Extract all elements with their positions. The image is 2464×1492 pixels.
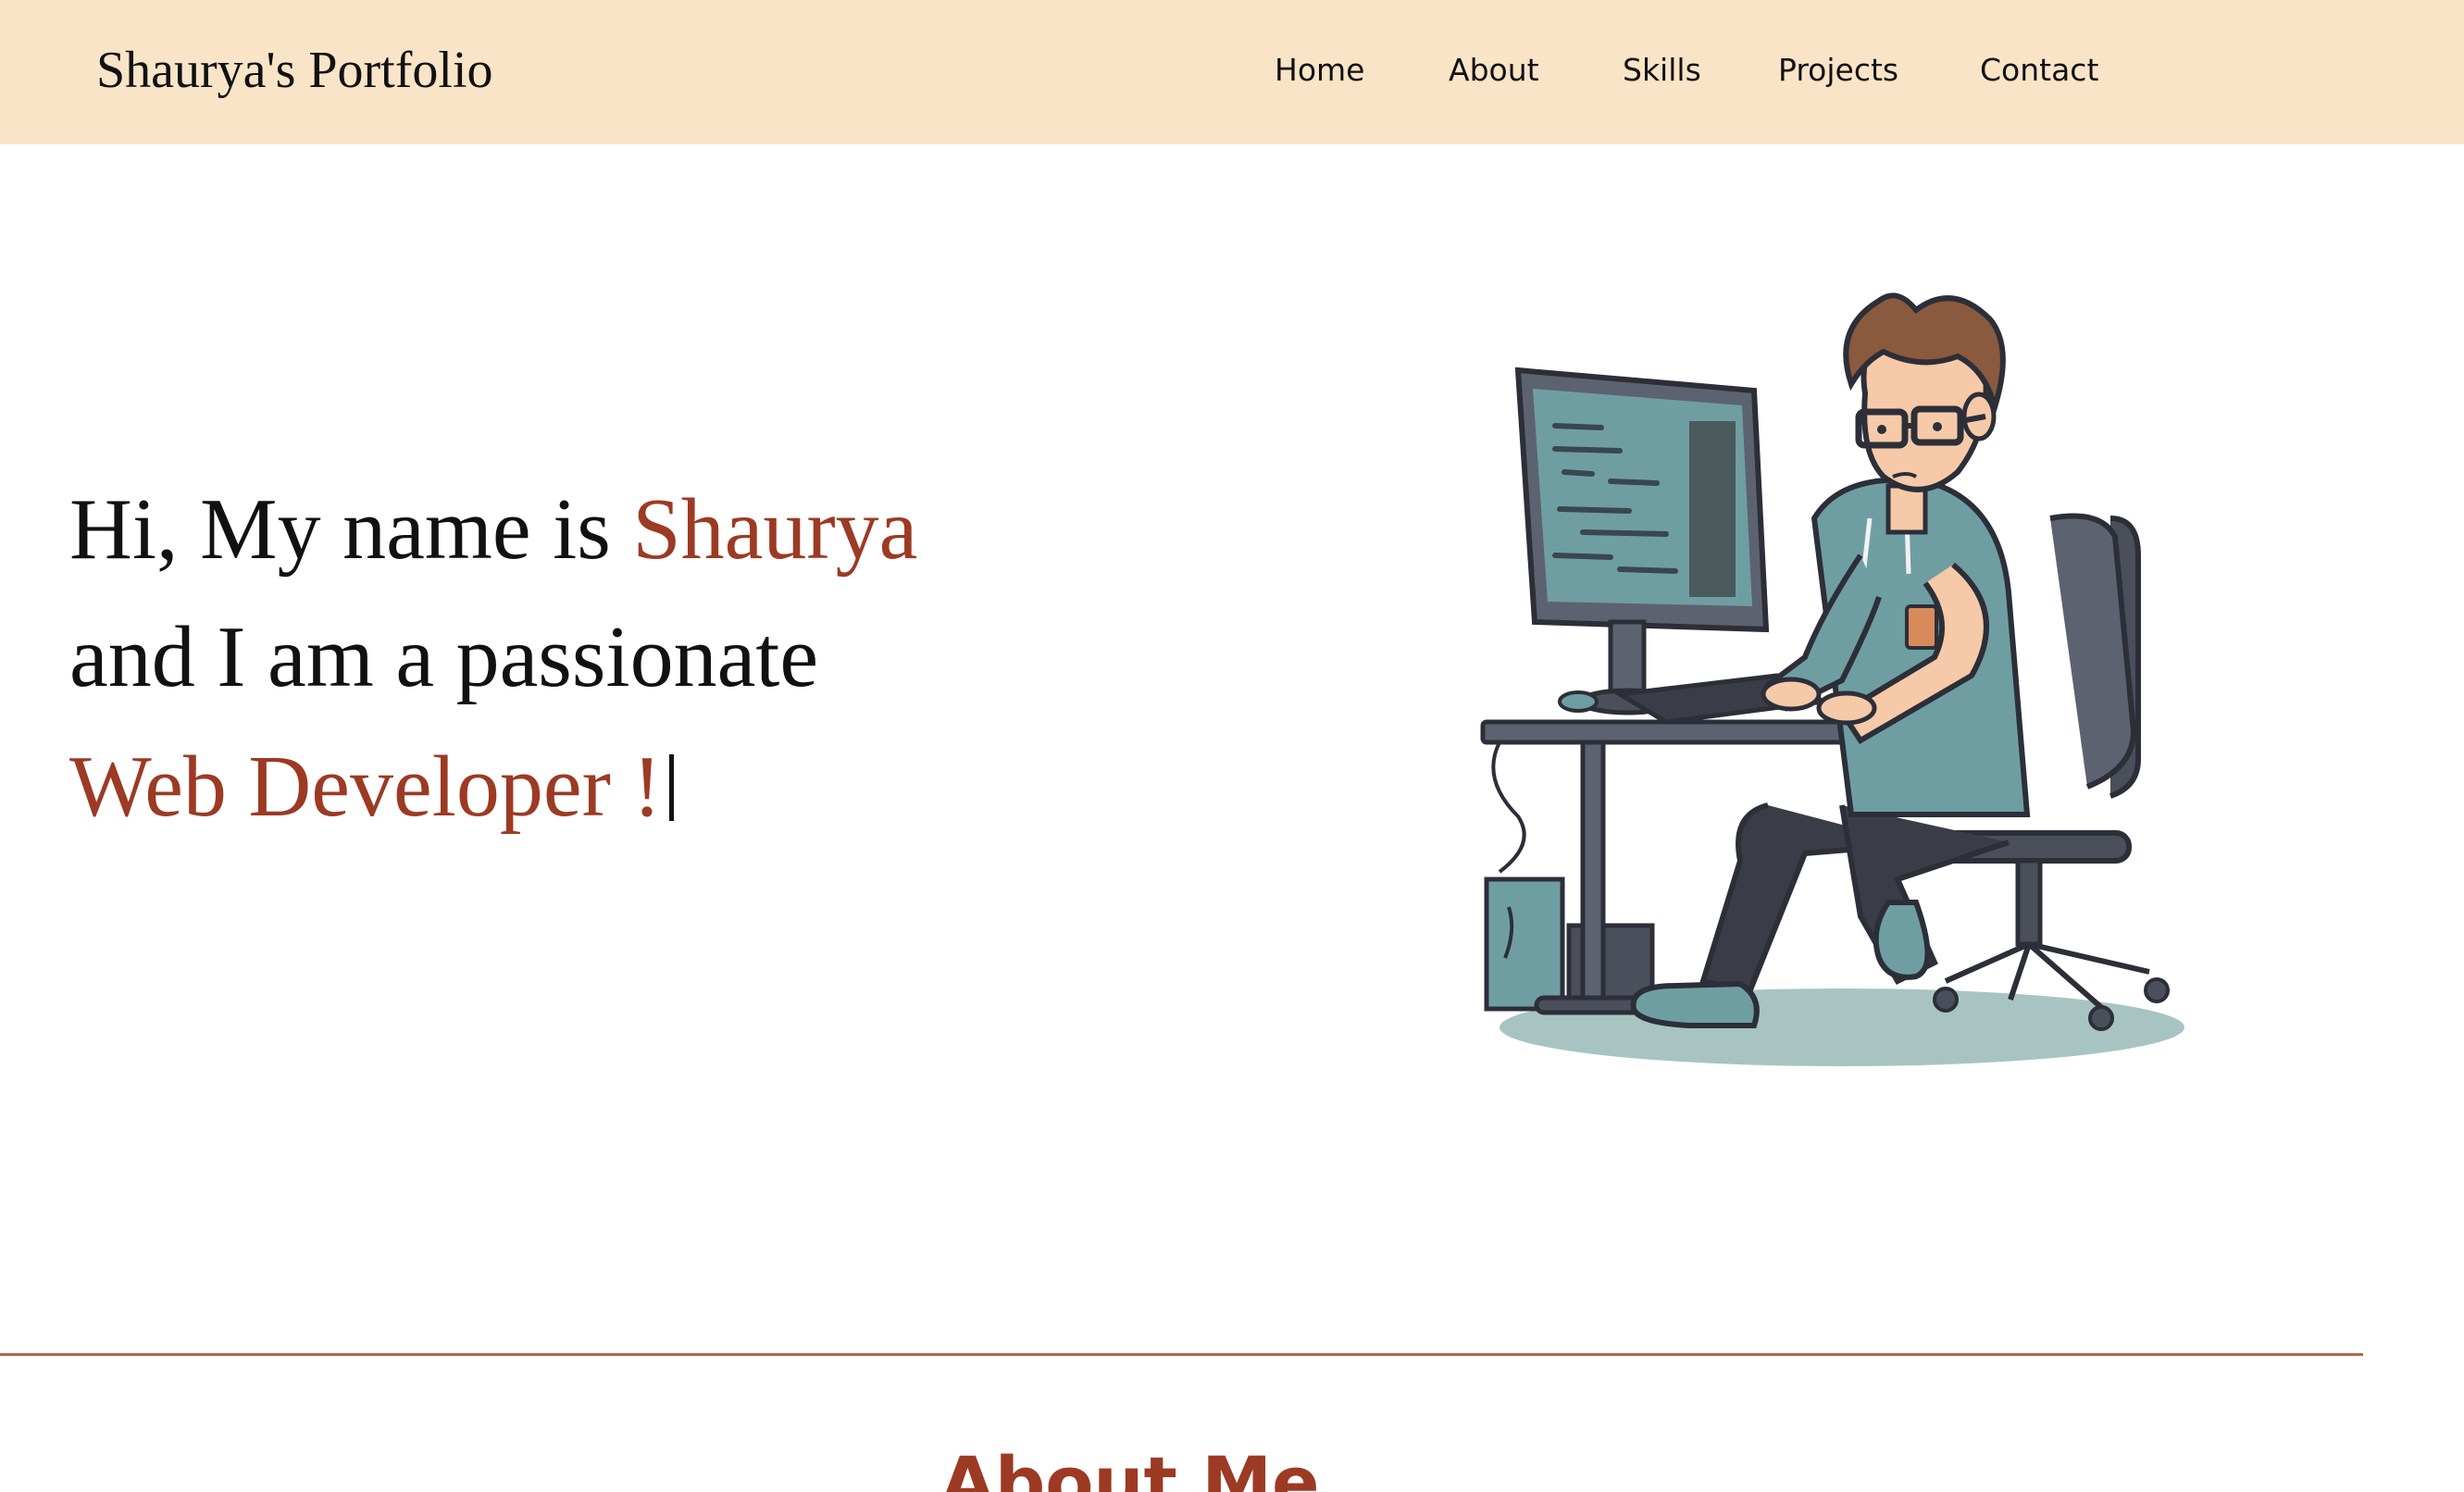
section-divider [0, 1353, 2363, 1356]
hero-role-line: Web Developer ! [69, 731, 674, 842]
nav-skills-link[interactable]: Skills [1623, 48, 1701, 93]
site-header: Shaurya's Portfolio Home About Skills Pr… [0, 0, 2464, 144]
site-brand[interactable]: Shaurya's Portfolio [96, 37, 493, 104]
nav-contact-link[interactable]: Contact [1980, 48, 2098, 93]
hero-role: Web Developer ! [69, 739, 662, 835]
hero-name: Shaurya [632, 481, 918, 578]
hero-tagline: and I am a passionate [69, 609, 819, 705]
developer-at-computer-illustration [1480, 292, 2184, 1066]
nav-home-link[interactable]: Home [1275, 48, 1364, 93]
nav-projects-link[interactable]: Projects [1778, 48, 1898, 93]
typing-caret [668, 754, 674, 821]
hero-greeting: Hi, My name is Shaurya [69, 474, 917, 585]
hero-greeting-prefix: Hi, My name is [69, 481, 633, 578]
about-section-title: About Me [940, 1441, 1320, 1492]
nav-about-link[interactable]: About [1449, 48, 1539, 93]
